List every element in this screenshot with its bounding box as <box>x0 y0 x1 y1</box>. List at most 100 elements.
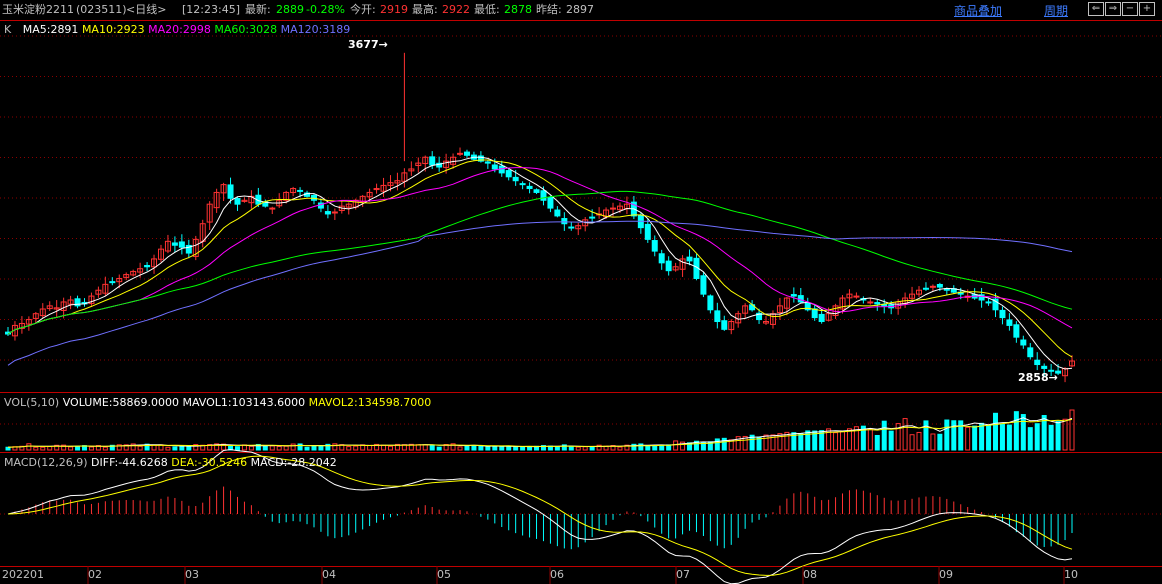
ma5-label: MA5:2891 <box>22 23 79 36</box>
ma10-line <box>7 159 1073 358</box>
xaxis-label-jun: 06 <box>550 568 564 581</box>
candle-body <box>922 287 929 290</box>
candle-body <box>554 209 561 217</box>
candle-body <box>561 218 568 225</box>
volume-bar <box>575 446 581 451</box>
candle-body <box>1034 359 1041 366</box>
candle-body <box>985 301 992 304</box>
candle-body <box>790 294 797 297</box>
volume-bar <box>102 446 108 451</box>
candle-body <box>457 152 464 155</box>
volume-bar <box>387 445 393 451</box>
volume-bar <box>965 426 971 451</box>
candle-body <box>429 156 436 166</box>
volume-bar <box>478 445 484 451</box>
volume-bar <box>429 444 435 451</box>
volume-bar <box>492 445 498 451</box>
xaxis-label-sep: 09 <box>939 568 953 581</box>
kline-chart[interactable] <box>0 0 1162 584</box>
dea-value: DEA:-30.5246 <box>171 456 248 469</box>
volume-bar <box>471 445 477 451</box>
vol-title: VOL(5,10) <box>4 396 60 409</box>
candle-body <box>686 256 693 262</box>
volume-bar <box>436 446 442 451</box>
candle-body <box>109 281 116 284</box>
vol-legend: VOL(5,10) VOLUME:58869.0000 MAVOL1:10314… <box>4 396 431 410</box>
volume-bar <box>951 420 957 451</box>
high-marker-value: 3677 <box>348 38 379 51</box>
volume-bar <box>269 445 275 451</box>
volume-bar <box>26 443 32 451</box>
volume-bar <box>499 445 505 451</box>
candle-body <box>700 275 707 295</box>
volume-bar <box>172 446 178 451</box>
dea-line <box>7 455 1073 576</box>
volume-bar <box>332 443 338 451</box>
volume-bar <box>840 431 846 451</box>
volume-bar <box>1048 424 1054 451</box>
volume-bar <box>972 425 978 451</box>
volume-bar <box>1020 414 1026 451</box>
volume-bar <box>276 445 282 451</box>
candle-body <box>297 189 304 192</box>
volume-bar <box>909 434 915 451</box>
volume-bar <box>304 446 310 451</box>
volume-bar <box>318 445 324 451</box>
macd-value: MACD:-28.2042 <box>250 456 337 469</box>
candle-body <box>818 313 825 323</box>
candle-body <box>1027 347 1034 358</box>
volume-bar <box>1027 427 1033 451</box>
volume-bar <box>798 433 804 451</box>
candle-body <box>610 207 617 210</box>
volume-bar <box>47 446 53 451</box>
candle-body <box>331 211 338 214</box>
macd-title: MACD(12,26,9) <box>4 456 88 469</box>
volume-bar <box>916 431 922 451</box>
volume-bar <box>763 434 769 451</box>
volume-bar <box>520 446 526 451</box>
candle-body <box>463 151 470 156</box>
xaxis-label-aug: 08 <box>803 568 817 581</box>
candle-body <box>665 260 672 272</box>
candle-body <box>540 190 547 201</box>
mavol2-value: MAVOL2:134598.7000 <box>308 396 432 409</box>
volume-bar <box>673 440 679 451</box>
candle-body <box>227 184 234 199</box>
candle-body <box>853 295 860 298</box>
volume-bar <box>999 424 1005 451</box>
volume-bar <box>1055 421 1061 451</box>
candle-body <box>505 170 512 178</box>
ma5-line <box>7 156 1073 370</box>
mavol1-line <box>7 417 1073 448</box>
volume-bar <box>846 428 852 451</box>
candle-body <box>1020 339 1027 346</box>
xaxis-label-feb: 02 <box>88 568 102 581</box>
candle-body <box>171 242 178 246</box>
volume-bar <box>68 446 74 451</box>
volume-bar <box>867 428 873 451</box>
volume-bar <box>40 446 46 451</box>
volume-bar <box>346 446 352 451</box>
candle-body <box>568 226 575 229</box>
volume-bar <box>485 446 491 451</box>
candle-body <box>234 198 241 205</box>
k-label: K <box>4 23 12 36</box>
low-marker-value: 2858 <box>1018 371 1049 384</box>
volume-bar <box>1069 409 1075 451</box>
xaxis-label-jan: 202201 <box>2 568 44 581</box>
candle-body <box>721 320 728 330</box>
xaxis-label-apr: 04 <box>322 568 336 581</box>
candle-body <box>936 284 943 288</box>
volume-bar <box>937 433 943 451</box>
volume-bar <box>617 446 623 451</box>
candle-body <box>533 189 540 193</box>
candle-body <box>491 164 498 170</box>
volume-bar <box>179 445 185 451</box>
volume-bar <box>311 445 317 451</box>
volume-bar <box>283 445 289 451</box>
volume-bar <box>88 446 94 451</box>
volume-bar <box>645 445 651 451</box>
candle-body <box>658 253 665 264</box>
ma10-label: MA10:2923 <box>81 23 145 36</box>
high-marker: 3677→ <box>348 38 388 51</box>
